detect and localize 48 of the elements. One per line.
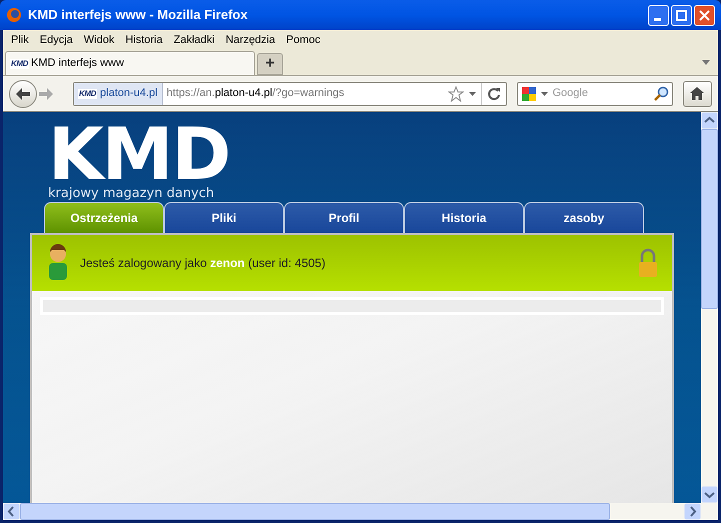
- nav-tab[interactable]: Pliki: [164, 202, 284, 233]
- caret-icon[interactable]: [469, 92, 476, 96]
- reload-icon[interactable]: [487, 86, 502, 100]
- maximize-icon: [676, 10, 687, 20]
- back-button[interactable]: [9, 80, 37, 108]
- menu-item[interactable]: Edycja: [36, 32, 77, 48]
- user-avatar-icon: [46, 244, 70, 282]
- menu-item[interactable]: Zakładki: [170, 32, 219, 48]
- url-text: https://an.platon-u4.pl/?go=warnings: [166, 86, 346, 102]
- vertical-scrollbar[interactable]: [701, 112, 718, 503]
- window-title: KMD interfejs www - Mozilla Firefox: [28, 6, 249, 24]
- search-engine-icon[interactable]: [521, 86, 538, 102]
- browser-logo-icon: [6, 7, 22, 23]
- minimize-button[interactable]: [648, 4, 669, 26]
- menu-item[interactable]: Narzędzia: [222, 32, 280, 48]
- search-icon[interactable]: [652, 86, 669, 102]
- padlock-icon: [638, 248, 658, 278]
- star-icon[interactable]: [448, 86, 464, 102]
- nav-tab[interactable]: zasoby: [524, 202, 644, 233]
- scrollbar-thumb[interactable]: [701, 129, 718, 309]
- close-button[interactable]: [694, 4, 715, 26]
- login-status-text: Jesteś zalogowany jako zenon (user id: 4505): [80, 255, 326, 272]
- minimize-icon: [654, 18, 660, 20]
- tagline: krajowy magazyn danych: [48, 186, 216, 202]
- horizontal-scrollbar[interactable]: [3, 503, 718, 520]
- tab-label: KMD interfejs www: [31, 56, 124, 72]
- menu-item[interactable]: Pomoc: [282, 32, 324, 48]
- scrollbar-thumb[interactable]: [20, 503, 610, 520]
- house-icon: [690, 87, 704, 100]
- address-field[interactable]: KMD platon-u4.pl https://an.platon-u4.pl/?go=warnings: [73, 82, 508, 106]
- search-placeholder: Google: [552, 86, 589, 102]
- menu-item[interactable]: Plik: [7, 32, 33, 48]
- site-favicon: KMD: [10, 58, 30, 68]
- site-identity-button[interactable]: KMD platon-u4.pl: [74, 82, 163, 104]
- dropdown-arrow-icon[interactable]: [702, 60, 710, 65]
- maximize-button[interactable]: [671, 4, 692, 26]
- menu-item[interactable]: Widok: [80, 32, 118, 48]
- site-favicon: KMD: [78, 88, 98, 98]
- browser-tab[interactable]: KMD KMD interfejs www: [5, 51, 255, 75]
- close-icon: [699, 10, 710, 20]
- left-arrow-icon: [16, 88, 30, 100]
- nav-tab[interactable]: Historia: [404, 202, 524, 233]
- nav-tab[interactable]: Profil: [284, 202, 404, 233]
- new-tab-button[interactable]: +: [257, 53, 283, 75]
- menu-item[interactable]: Historia: [121, 32, 167, 48]
- caret-icon[interactable]: [541, 92, 548, 96]
- logo-text: KMD: [48, 122, 230, 186]
- home-button[interactable]: [682, 80, 712, 106]
